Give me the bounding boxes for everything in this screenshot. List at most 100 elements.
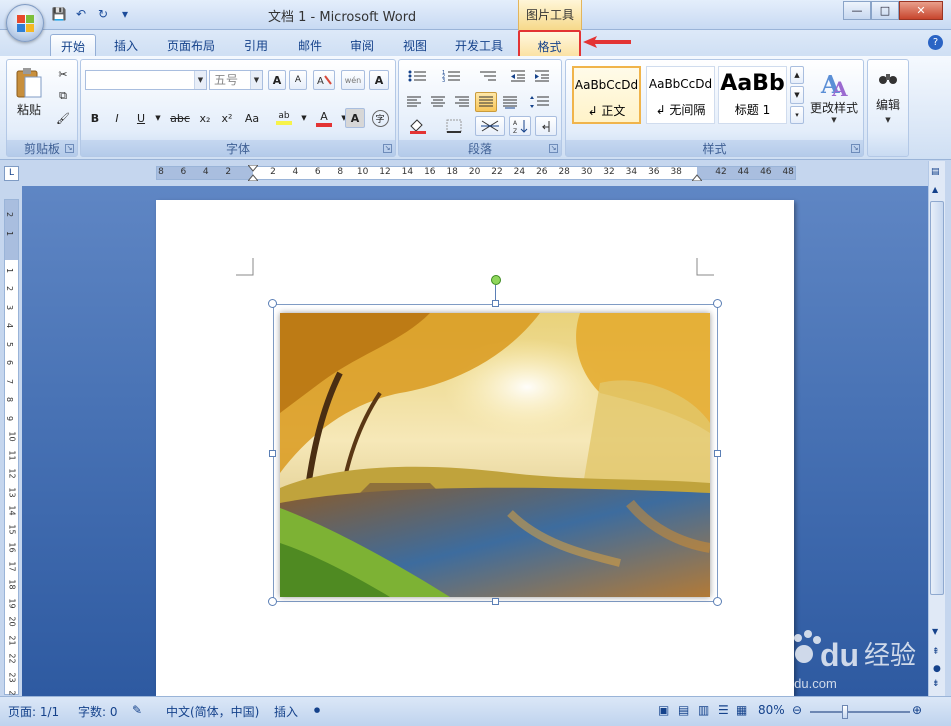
vertical-scrollbar[interactable]: ▤ ▲ ▼ ⇞ ● ⇟ [928,161,945,696]
resize-handle-bottom[interactable] [492,598,499,605]
font-size-combo[interactable]: 五号 ▼ [209,70,263,90]
styles-scroll-down-icon[interactable]: ▼ [790,86,804,104]
align-center-button[interactable] [427,92,449,112]
close-button[interactable]: ✕ [899,1,943,20]
paste-button[interactable]: 粘贴 [10,62,48,122]
italic-button[interactable]: I [107,108,127,128]
change-case-button[interactable]: Aa [239,108,265,128]
page-count[interactable]: 页面: 1/1 [8,703,59,720]
tab-format[interactable]: 格式 [518,30,581,58]
scroll-thumb[interactable] [930,201,944,595]
bullets-button[interactable] [403,66,433,86]
align-right-button[interactable] [451,92,473,112]
format-painter-icon[interactable]: 🖌 [53,108,73,128]
styles-more-icon[interactable]: ▾ [790,106,804,124]
styles-scroll-up-icon[interactable]: ▲ [790,66,804,84]
font-size-dropdown-icon[interactable]: ▼ [250,71,262,89]
office-button[interactable] [6,4,44,42]
scroll-up-icon[interactable]: ▲ [932,185,938,194]
tab-references[interactable]: 引用 [234,34,278,56]
font-color-button[interactable]: A [311,108,337,128]
help-icon[interactable]: ? [928,35,943,50]
previous-page-icon[interactable]: ⇞ [932,647,940,657]
tab-review[interactable]: 审阅 [340,34,384,56]
next-page-icon[interactable]: ⇟ [932,679,940,689]
subscript-button[interactable]: x₂ [195,108,215,128]
editing-dropdown-icon[interactable]: ▼ [871,116,905,124]
justify-button[interactable] [475,92,497,112]
styles-launcher-icon[interactable]: ↘ [851,144,860,153]
zoom-slider[interactable] [810,711,910,713]
resize-handle-right[interactable] [714,450,721,457]
resize-handle-bottom-left[interactable] [268,597,277,606]
customize-qat-icon[interactable]: ▾ [116,6,134,22]
tab-view[interactable]: 视图 [393,34,437,56]
strikethrough-button[interactable]: abc [167,108,193,128]
align-left-button[interactable] [403,92,425,112]
character-border-button[interactable]: A [369,70,389,90]
font-name-combo[interactable]: ▼ [85,70,207,90]
draft-view-icon[interactable]: ▦ [736,703,747,717]
zoom-in-icon[interactable]: ⊕ [912,703,922,717]
copy-icon[interactable]: ⧉ [53,86,73,106]
line-spacing-button[interactable] [525,92,555,112]
decrease-indent-button[interactable] [507,66,529,86]
font-name-dropdown-icon[interactable]: ▼ [194,71,206,89]
shading-button[interactable] [403,116,433,136]
right-indent-marker-icon[interactable] [692,173,702,181]
grow-font-button[interactable]: A [268,70,286,90]
ruler-toggle-icon[interactable]: ▤ [931,167,940,177]
clipboard-launcher-icon[interactable]: ↘ [65,144,74,153]
highlight-dropdown-icon[interactable]: ▼ [299,108,309,128]
proofing-icon[interactable]: ✎ [132,703,142,717]
indent-marker-icon[interactable] [248,165,258,181]
style-normal[interactable]: AaBbCcDd ↲ 正文 [572,66,641,124]
tab-developer[interactable]: 开发工具 [446,34,512,56]
multilevel-list-button[interactable] [473,66,503,86]
sort-button[interactable]: AZ [509,116,531,136]
zoom-out-icon[interactable]: ⊖ [792,703,802,717]
save-icon[interactable]: 💾 [50,6,68,22]
resize-handle-top-right[interactable] [713,299,722,308]
undo-icon[interactable]: ↶ [72,6,90,22]
resize-handle-bottom-right[interactable] [713,597,722,606]
character-shading-button[interactable]: A [345,108,365,128]
tab-page-layout[interactable]: 页面布局 [158,34,224,56]
tab-insert[interactable]: 插入 [104,34,148,56]
font-launcher-icon[interactable]: ↘ [383,144,392,153]
bold-button[interactable]: B [85,108,105,128]
borders-button[interactable] [439,116,469,136]
tab-mailings[interactable]: 邮件 [288,34,332,56]
redo-icon[interactable]: ↻ [94,6,112,22]
style-no-spacing[interactable]: AaBbCcDd ↲ 无间隔 [646,66,715,124]
word-count[interactable]: 字数: 0 [78,703,118,720]
show-hide-marks-button[interactable] [535,116,557,136]
underline-button[interactable]: U [131,108,151,128]
phonetic-guide-button[interactable]: wén [341,70,365,90]
distributed-button[interactable] [499,92,521,112]
increase-indent-button[interactable] [531,66,553,86]
numbering-button[interactable]: 123 [437,66,467,86]
highlight-color-button[interactable]: ab [271,108,297,128]
change-styles-button[interactable]: A A 更改样式 ▼ [807,64,861,128]
browse-object-icon[interactable]: ● [933,664,941,674]
print-layout-view-icon[interactable]: ▣ [658,703,669,717]
tab-selector-icon[interactable]: L [4,166,19,181]
insert-mode-indicator[interactable]: 插入 [274,703,298,720]
zoom-level[interactable]: 80% [758,703,785,717]
vertical-ruler[interactable]: 2112345678910111213141516171819202122232… [4,199,19,701]
resize-handle-left[interactable] [269,450,276,457]
rotation-handle[interactable] [491,275,501,285]
shrink-font-button[interactable]: A [289,70,307,90]
cut-icon[interactable]: ✂ [53,64,73,84]
full-screen-view-icon[interactable]: ▤ [678,703,689,717]
enclose-characters-button[interactable]: 字 [369,108,391,128]
macro-record-icon[interactable]: ⏺ [314,703,320,718]
web-layout-view-icon[interactable]: ▥ [698,703,709,717]
selected-picture[interactable] [273,304,718,602]
resize-handle-top[interactable] [492,300,499,307]
maximize-button[interactable]: □ [871,1,899,20]
tab-home[interactable]: 开始 [50,34,96,56]
zoom-slider-thumb[interactable] [842,705,848,719]
resize-handle-top-left[interactable] [268,299,277,308]
